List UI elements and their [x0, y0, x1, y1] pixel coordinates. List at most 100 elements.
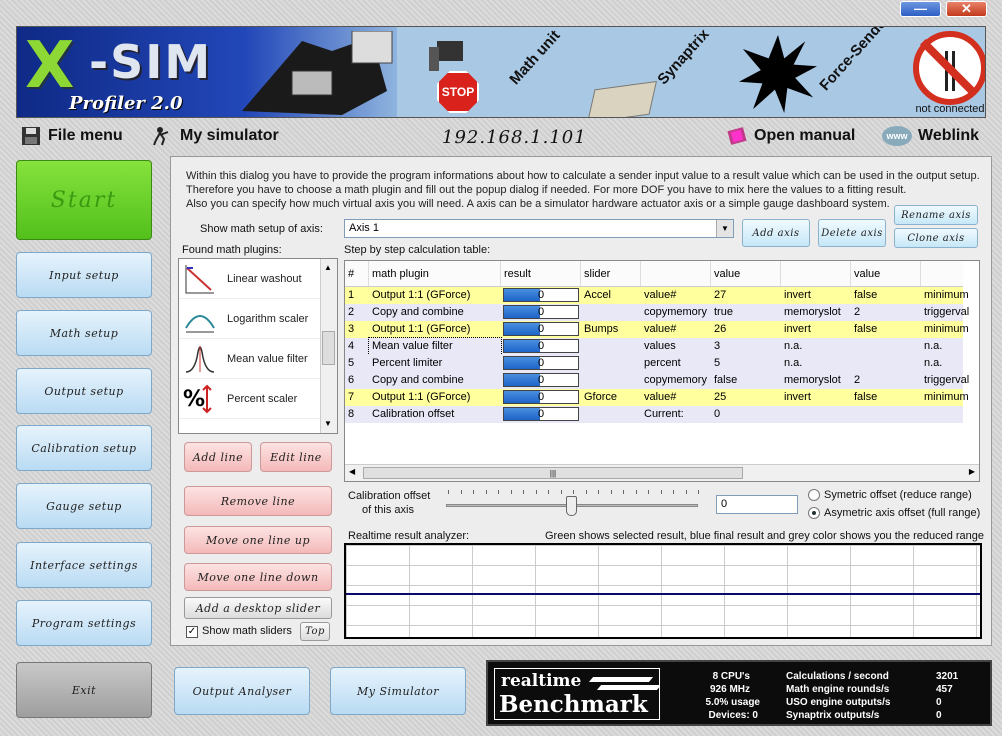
my-simulator-menu[interactable]: My simulator	[152, 126, 279, 146]
table-row[interactable]: 5 Percent limiter percent 5 n.a. n.a. 0	[345, 355, 963, 372]
table-row[interactable]: 3 Output 1:1 (GForce) Bumps value# 26 invert f…	[345, 321, 969, 338]
gauge-setup-button[interactable]: Gauge setup	[16, 483, 152, 529]
clone-axis-button[interactable]: Clone axis	[894, 228, 978, 248]
asymmetric-offset-radio[interactable]	[808, 507, 820, 519]
table-label: Step by step calculation table:	[344, 244, 491, 256]
table-cell: false	[714, 374, 738, 386]
move-line-down-button[interactable]: Move one line down	[184, 563, 332, 591]
table-cell: Output 1:1 (GForce)	[372, 391, 471, 403]
table-cell: memoryslot	[784, 306, 841, 318]
slider-tick	[635, 490, 637, 494]
table-cell: values	[644, 340, 676, 352]
output-analyser-button[interactable]: Output Analyser	[174, 667, 310, 715]
plugin-item-linear-washout[interactable]: Linear washout	[179, 259, 337, 299]
benchmark-syn-value: 0	[936, 710, 942, 721]
delete-axis-button[interactable]: Delete axis	[818, 219, 886, 247]
show-sliders-checkbox[interactable]: ✓	[186, 626, 198, 638]
benchmark-calc-label: Calculations / second	[786, 671, 889, 682]
table-header: # math plugin result slider value value	[345, 261, 963, 287]
table-horizontal-scrollbar[interactable]: ◀ ||| ▶	[345, 464, 979, 481]
table-cell: 3	[348, 323, 355, 335]
slider-tick	[673, 490, 674, 494]
header-cell: result	[501, 261, 581, 286]
edit-line-button[interactable]: Edit line	[260, 442, 332, 472]
analyzer-legend: Green shows selected result, blue final …	[545, 530, 985, 542]
exit-button[interactable]: Exit	[16, 662, 152, 718]
table-cell: 2	[854, 374, 861, 386]
plugin-item-percent-scaler[interactable]: % Percent scaler	[179, 379, 337, 419]
plugin-label: Logarithm scaler	[227, 312, 309, 325]
math-setup-button[interactable]: Math setup	[16, 310, 152, 356]
calibration-slider-handle[interactable]	[566, 496, 577, 516]
plugins-scrollbar[interactable]: ▲ ▼	[320, 259, 337, 433]
logo-stripe	[588, 677, 654, 682]
robot-icon	[429, 41, 463, 71]
slider-tick	[560, 490, 562, 494]
header-cell	[641, 261, 711, 286]
table-row[interactable]: 7 Output 1:1 (GForce) Gforce value# 25 invert…	[345, 389, 969, 406]
remove-line-button[interactable]: Remove line	[184, 486, 332, 516]
table-cell: Accel	[584, 289, 611, 301]
table-row[interactable]: 8 Calibration offset Current: 0 0	[345, 406, 963, 423]
symmetric-offset-radio[interactable]	[808, 489, 820, 501]
result-bar: 0	[503, 305, 579, 319]
chevron-down-icon[interactable]: ▼	[716, 220, 733, 237]
calculation-table[interactable]: # math plugin result slider value value …	[344, 260, 980, 482]
table-row[interactable]: 6 Copy and combine copymemory false memorysl…	[345, 372, 969, 389]
table-cell: 25	[714, 391, 727, 403]
top-button[interactable]: Top	[300, 622, 330, 641]
slider-tick	[698, 490, 699, 494]
header-cell: value	[711, 261, 781, 286]
www-icon: www	[882, 126, 912, 146]
slider-tick	[648, 490, 649, 494]
table-cell: 2	[854, 306, 861, 318]
table-cell	[851, 406, 921, 423]
result-bar: 0	[503, 288, 579, 302]
weblink-menu[interactable]: www Weblink	[882, 126, 979, 146]
result-value: 0	[537, 340, 545, 352]
table-cell: minimum	[924, 323, 969, 335]
plugin-item-logarithm-scaler[interactable]: Logarithm scaler	[179, 299, 337, 339]
add-axis-button[interactable]: Add axis	[742, 219, 810, 247]
result-bar: 0	[503, 390, 579, 404]
output-setup-button[interactable]: Output setup	[16, 368, 152, 414]
add-line-button[interactable]: Add line	[184, 442, 252, 472]
input-setup-button[interactable]: Input setup	[16, 252, 152, 298]
result-value: 0	[537, 408, 545, 420]
plugin-item-mean-value-filter[interactable]: Mean value filter	[179, 339, 337, 379]
program-settings-button[interactable]: Program settings	[16, 600, 152, 646]
move-line-up-button[interactable]: Move one line up	[184, 526, 332, 554]
table-cell: 27	[714, 289, 727, 301]
benchmark-logo: realtime Benchmark	[494, 668, 660, 720]
intro-line: Within this dialog you have to provide t…	[186, 170, 980, 182]
table-cell	[581, 304, 641, 321]
table-cell: value#	[644, 289, 677, 301]
my-simulator-button[interactable]: My Simulator	[330, 667, 466, 715]
axis-select[interactable]: Axis 1 ▼	[344, 219, 734, 238]
open-manual-menu[interactable]: Open manual	[726, 126, 855, 146]
file-menu[interactable]: File menu	[20, 126, 123, 146]
result-bar: 0	[503, 356, 579, 370]
table-row[interactable]: 1 Output 1:1 (GForce) Accel value# 27 invert f…	[345, 287, 969, 304]
connection-status: not connected	[915, 103, 985, 115]
start-button[interactable]: Start	[16, 160, 152, 240]
rename-axis-button[interactable]: Rename axis	[894, 205, 978, 225]
table-cell: copymemory	[644, 306, 707, 318]
logo-profiler: Profiler 2.0	[69, 93, 183, 114]
calibration-setup-button[interactable]: Calibration setup	[16, 425, 152, 471]
table-cell: false	[854, 289, 878, 301]
header-banner: X -SIM Profiler 2.0 STOP Math unit Synap…	[16, 26, 986, 118]
calibration-value-input[interactable]: 0	[716, 495, 798, 514]
benchmark-syn-label: Synaptrix outputs/s	[786, 710, 880, 721]
minimize-button[interactable]: —	[900, 1, 941, 17]
table-cell: value#	[644, 323, 677, 335]
force-sender-label: Force-Sender	[816, 26, 894, 94]
table-row[interactable]: 4 Mean value filter values 3 n.a. n.a. 0	[345, 337, 963, 356]
plugins-list[interactable]: Linear washout Logarithm scaler Mean val…	[178, 258, 338, 434]
interface-settings-button[interactable]: Interface settings	[16, 542, 152, 588]
open-manual-label: Open manual	[754, 127, 856, 145]
table-row[interactable]: 2 Copy and combine copymemory true memoryslo…	[345, 304, 969, 321]
logo-stripe	[596, 685, 659, 690]
add-desktop-slider-button[interactable]: Add a desktop slider	[184, 597, 332, 619]
close-button[interactable]: ✕	[946, 1, 987, 17]
